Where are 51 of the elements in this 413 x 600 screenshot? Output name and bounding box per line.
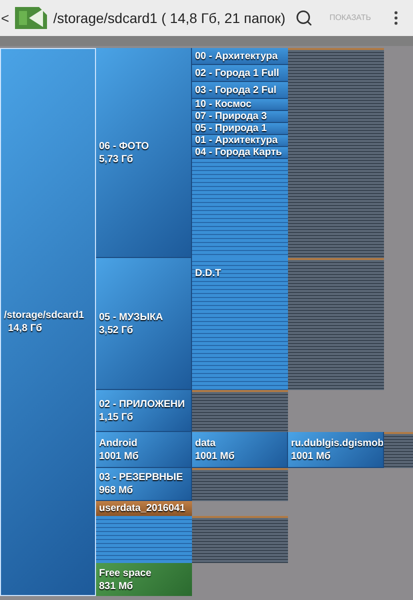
folder-name: 06 - ФОТО xyxy=(99,140,150,152)
folder-name: D.D.T xyxy=(195,268,222,279)
folder-name: ru.dublgis.dgismob xyxy=(291,436,383,450)
folder-size: 968 Мб xyxy=(99,484,134,497)
subfolder-name: 03 - Города 2 Ful xyxy=(195,84,276,96)
subfolder-name: 05 - Природа 1 xyxy=(195,122,267,135)
sd-card-icon xyxy=(13,5,50,31)
free-space-size: 831 Мб xyxy=(99,580,134,592)
folder-size: 3,52 Гб xyxy=(99,324,134,336)
folder-name: 03 - РЕЗЕРВНЫЕ xyxy=(99,471,184,484)
folder-name: data xyxy=(195,436,217,450)
free-space-block[interactable]: Free space 831 Мб xyxy=(96,563,192,596)
root-name: /storage/sdcard1 xyxy=(4,309,86,322)
folder-block[interactable]: Android 1001 Мб xyxy=(96,432,192,468)
subfolder-name: 10 - Космос xyxy=(195,98,252,111)
window-title: /storage/sdcard1 ( 14,8 Гб, 21 папок) xyxy=(53,8,286,28)
folder-size: 1001 Мб xyxy=(195,450,236,462)
folder-name: 05 - МУЗЫКА xyxy=(99,310,164,324)
free-space-label: Free space xyxy=(99,566,152,580)
folder-block[interactable]: ru.dublgis.dgismob 1001 Мб xyxy=(288,432,384,468)
folder-block[interactable]: data 1001 Мб xyxy=(192,432,288,468)
back-button[interactable]: < xyxy=(1,8,10,28)
subfolder-name: 04 - Города Карть xyxy=(195,146,282,159)
subfolder-name: 00 - Архитектура xyxy=(195,50,278,62)
folder-size: 1,15 Гб xyxy=(99,410,134,424)
subfolder-block[interactable]: 02 - Города 1 Full xyxy=(192,65,288,82)
folder-block[interactable]: 03 - РЕЗЕРВНЫЕ 968 Мб xyxy=(96,468,192,501)
folder-size: 1001 Мб xyxy=(291,450,332,462)
subfolder-block[interactable]: 03 - Города 2 Ful xyxy=(192,82,288,99)
folder-name: Android xyxy=(99,436,138,450)
search-icon[interactable] xyxy=(295,9,314,27)
folder-block[interactable]: 05 - МУЗЫКА 3,52 Гб xyxy=(96,258,192,390)
root-block[interactable]: /storage/sdcard1 14,8 Гб xyxy=(0,48,96,596)
subfolder-name: 01 - Архитектура xyxy=(195,134,278,147)
subfolder-block[interactable]: 01 - Архитектура xyxy=(192,135,288,147)
subfolder-block[interactable]: 00 - Архитектура xyxy=(192,48,288,65)
folder-stripes[interactable]: D.D.T xyxy=(192,258,288,390)
file-block[interactable]: userdata_2016041 xyxy=(96,501,192,516)
root-size: 14,8 Гб xyxy=(7,322,44,335)
subfolder-name: 07 - Природа 3 xyxy=(195,110,267,123)
subfolder-block[interactable]: 10 - Космос xyxy=(192,99,288,111)
folder-name: 02 - ПРИЛОЖЕНИ xyxy=(99,398,186,410)
subfolder-block[interactable]: 07 - Природа 3 xyxy=(192,111,288,123)
folder-block[interactable]: 06 - ФОТО 5,73 Гб xyxy=(96,48,192,258)
subfolder-block[interactable]: 05 - Природа 1 xyxy=(192,123,288,135)
subfolder-name: 02 - Города 1 Full xyxy=(195,66,280,80)
folder-block[interactable]: 02 - ПРИЛОЖЕНИ 1,15 Гб xyxy=(96,390,192,432)
subfolder-block[interactable]: 04 - Города Карть xyxy=(192,147,288,159)
folder-size: 5,73 Гб xyxy=(99,152,134,166)
file-name: userdata_2016041 xyxy=(99,502,186,515)
folder-size: 1001 Мб xyxy=(99,450,140,462)
